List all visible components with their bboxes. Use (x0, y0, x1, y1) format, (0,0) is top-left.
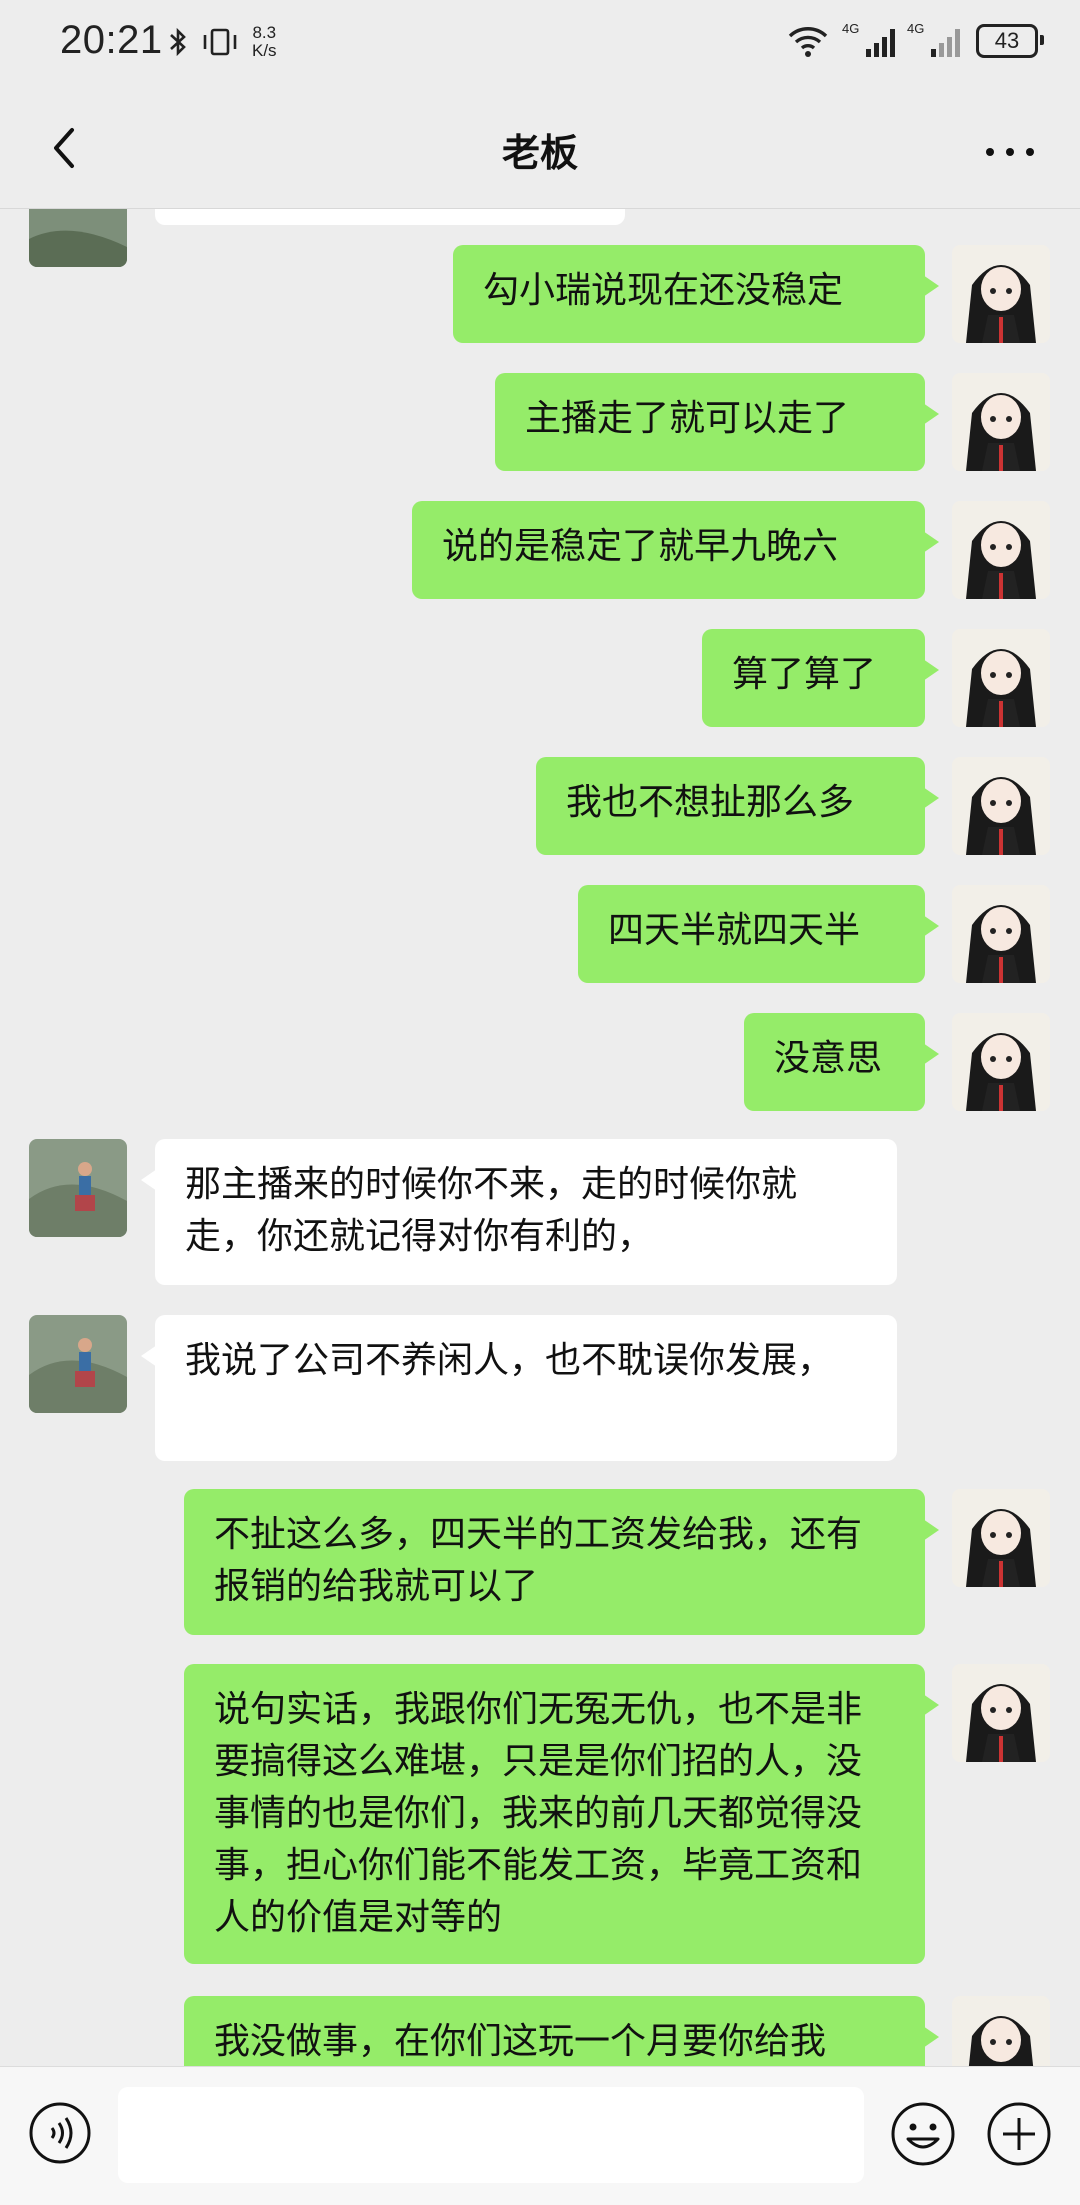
my-avatar[interactable] (952, 885, 1050, 983)
message-bubble-me[interactable]: 说的是稳定了就早九晚六 (412, 501, 939, 599)
message-bubble-partial[interactable] (155, 209, 625, 225)
contact-avatar[interactable] (29, 1315, 127, 1413)
my-avatar[interactable] (952, 757, 1050, 855)
my-avatar[interactable] (952, 1013, 1050, 1111)
more-options-icon[interactable] (980, 122, 1040, 182)
message-bubble-me[interactable]: 四天半就四天半 (578, 885, 939, 983)
vibrate-icon (203, 28, 237, 56)
status-right-icons: 4G 4G 43 (786, 21, 1044, 58)
battery-icon: 43 (976, 24, 1044, 58)
status-time: 20:21 (60, 18, 163, 62)
cell-signal-1-icon: 4G (842, 21, 895, 57)
my-avatar[interactable] (952, 1664, 1050, 1762)
message-input[interactable] (118, 2087, 864, 2183)
my-avatar[interactable] (952, 629, 1050, 727)
network-speed: 8.3 K/s (252, 24, 277, 60)
message-bubble-me[interactable]: 勾小瑞说现在还没稳定 (453, 245, 939, 343)
message-bubble-me[interactable]: 没意思 (744, 1013, 939, 1111)
signal-1-label: 4G (842, 21, 860, 36)
chat-messages: 勾小瑞说现在还没稳定 主播走了就可以走了 说的是稳定了就早九晚六 算了算了 我也… (0, 209, 1080, 2066)
message-bubble-me[interactable]: 主播走了就可以走了 (495, 373, 939, 471)
message-bubble-me[interactable]: 不扯这么多，四天半的工资发给我，还有报销的给我就可以了 (184, 1489, 939, 1635)
emoji-icon[interactable] (890, 2101, 956, 2167)
signal-2-label: 4G (907, 21, 925, 36)
my-avatar[interactable] (952, 501, 1050, 599)
message-bubble-them[interactable]: 我说了公司不养闲人，也不耽误你发展， (141, 1315, 897, 1461)
voice-input-icon[interactable] (28, 2101, 92, 2165)
chat-header: 老板 (0, 92, 1080, 209)
cell-signal-2-icon: 4G (907, 21, 960, 57)
status-bar: 20:21 8.3 K/s 4G 4G 43 (0, 0, 1080, 92)
net-speed-unit: K/s (252, 41, 277, 60)
contact-avatar[interactable] (29, 209, 127, 267)
chat-title: 老板 (501, 131, 578, 175)
my-avatar[interactable] (952, 1996, 1050, 2066)
wifi-icon (788, 27, 828, 57)
contact-avatar[interactable] (29, 1139, 127, 1237)
add-more-icon[interactable] (986, 2101, 1052, 2167)
message-bubble-me[interactable]: 说句实话，我跟你们无冤无仇，也不是非要搞得这么难堪，只是是你们招的人，没事情的也… (184, 1664, 939, 1964)
my-avatar[interactable] (952, 373, 1050, 471)
message-bubble-me[interactable]: 算了算了 (702, 629, 939, 727)
message-bubble-me[interactable]: 我没做事，在你们这玩一个月要你给我 (184, 1996, 939, 2066)
message-bubble-me[interactable]: 我也不想扯那么多 (536, 757, 939, 855)
bluetooth-icon (170, 27, 186, 57)
input-bar (0, 2066, 1080, 2205)
message-bubble-them[interactable]: 那主播来的时候你不来，走的时候你就走，你还就记得对你有利的， (141, 1139, 897, 1285)
my-avatar[interactable] (952, 1489, 1050, 1587)
my-avatar[interactable] (952, 245, 1050, 343)
battery-level: 43 (994, 28, 1020, 53)
net-speed-value: 8.3 (252, 23, 277, 42)
status-left-icons: 8.3 K/s (168, 24, 277, 60)
